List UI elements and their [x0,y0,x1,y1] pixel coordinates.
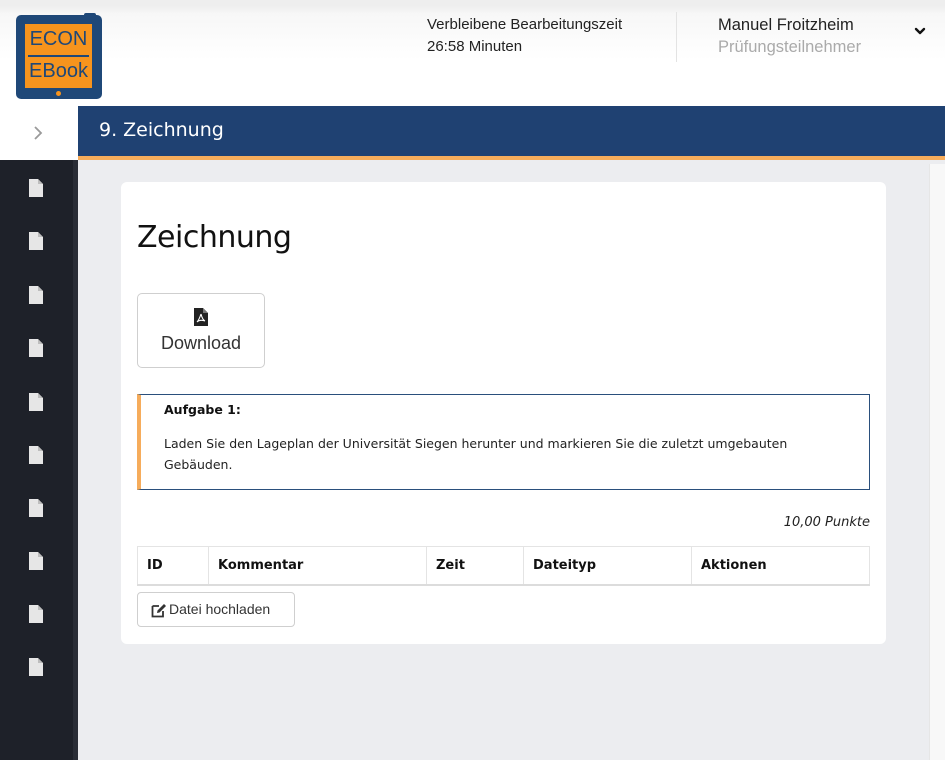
task-box: Aufgabe 1: Laden Sie den Lageplan der Un… [137,394,870,490]
table-header-row: ID Kommentar Zeit Dateityp Aktionen [137,546,870,586]
remaining-time-label: Verbleibene Bearbeitungszeit [427,16,623,33]
sidebar [0,160,78,760]
points-label: 10,00 Punkte [783,515,870,530]
file-icon [29,552,43,570]
logo-line2: EBook [29,60,88,82]
task-title: Aufgabe 1: [164,402,241,417]
vertical-scrollbar[interactable] [929,164,945,760]
remaining-time: Verbleibene Bearbeitungszeit 26:58 Minut… [427,14,622,58]
question-heading: Zeichnung [137,220,292,255]
upload-file-label: Datei hochladen [169,601,271,617]
sidebar-item-2[interactable] [28,231,48,255]
sidebar-toggle-button[interactable] [0,106,78,160]
column-dateityp: Dateityp [523,546,692,586]
user-role: Prüfungsteilnehmer [718,38,862,56]
sidebar-item-3[interactable] [28,285,48,309]
section-title: 9. Zeichnung [99,119,224,141]
column-aktionen: Aktionen [691,546,870,586]
upload-file-button[interactable]: Datei hochladen [137,592,295,627]
file-icon [29,339,43,357]
section-title-bar: 9. Zeichnung [78,106,945,160]
logo-divider [28,55,89,57]
file-icon [29,499,43,517]
logo-line1: ECON [29,28,88,50]
task-text: Laden Sie den Lageplan der Universität S… [164,436,788,472]
file-icon [29,605,43,623]
file-icon [29,286,43,304]
column-id: ID [137,546,209,586]
file-pdf-icon [194,308,208,326]
sidebar-item-9[interactable] [28,604,48,628]
logo-screen: ECON EBook [25,24,92,88]
sidebar-item-1[interactable] [28,178,48,202]
file-icon [29,179,43,197]
chevron-right-icon [34,126,43,140]
file-icon [29,232,43,250]
user-menu[interactable]: Manuel Froitzheim Prüfungsteilnehmer [718,14,861,58]
sidebar-item-10[interactable] [28,657,48,681]
sidebar-item-6[interactable] [28,445,48,469]
file-icon [29,393,43,411]
logo-knob [84,13,96,17]
logo-home-dot [56,91,61,96]
chevron-down-icon[interactable] [913,24,927,38]
file-icon [29,658,43,676]
top-header: ECON EBook Verbleibene Bearbeitungszeit … [0,0,945,106]
download-button[interactable]: Download [137,293,265,368]
file-icon [29,446,43,464]
sidebar-item-8[interactable] [28,551,48,575]
column-kommentar: Kommentar [208,546,427,586]
uploads-table: ID Kommentar Zeit Dateityp Aktionen [137,546,870,586]
econ-ebook-logo[interactable]: ECON EBook [16,13,102,99]
column-zeit: Zeit [426,546,524,586]
user-name: Manuel Froitzheim [718,16,854,34]
sidebar-item-7[interactable] [28,498,48,522]
sidebar-item-5[interactable] [28,392,48,416]
edit-icon [151,604,166,618]
download-label: Download [160,333,242,353]
sidebar-item-4[interactable] [28,338,48,362]
remaining-time-value: 26:58 Minuten [427,38,523,55]
question-card: Zeichnung Download Aufgabe 1: Laden Sie … [121,182,886,644]
header-divider [676,12,677,62]
